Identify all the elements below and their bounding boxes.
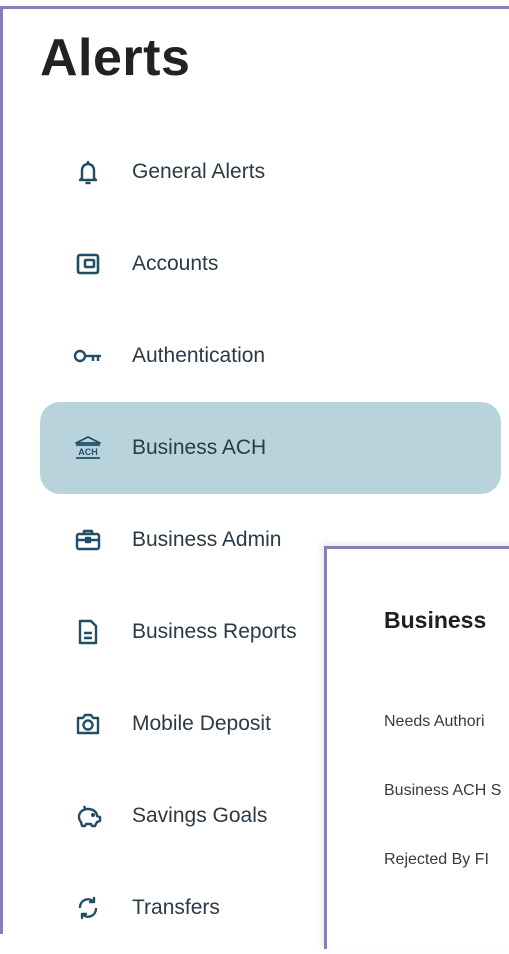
document-icon xyxy=(70,616,106,648)
piggy-bank-icon xyxy=(70,800,106,832)
window-frame-left xyxy=(0,6,3,934)
panel-row-business-ach-status[interactable]: Business ACH S xyxy=(384,782,501,800)
panel-title: Business xyxy=(384,607,487,633)
page-title: Alerts xyxy=(40,29,191,87)
camera-icon xyxy=(70,708,106,740)
nav-item-business-ach[interactable]: ACH Business ACH xyxy=(40,402,501,494)
svg-text:ACH: ACH xyxy=(78,447,98,457)
transfer-arrows-icon xyxy=(70,892,106,924)
ach-bank-icon: ACH xyxy=(70,432,106,464)
wallet-icon xyxy=(70,248,106,280)
nav-item-label: Transfers xyxy=(132,896,220,919)
panel-row-rejected-by-fi[interactable]: Rejected By FI xyxy=(384,851,489,869)
nav-item-authentication[interactable]: Authentication xyxy=(40,310,501,402)
bell-icon xyxy=(70,156,106,188)
nav-item-label: Authentication xyxy=(132,344,266,367)
business-ach-settings-panel: Business Needs Authori Business ACH S Re… xyxy=(324,546,509,949)
nav-item-label: Mobile Deposit xyxy=(132,712,271,735)
window-frame-top xyxy=(0,6,509,9)
nav-item-general-alerts[interactable]: General Alerts xyxy=(40,126,501,218)
nav-item-label: Accounts xyxy=(132,252,219,275)
nav-item-label: General Alerts xyxy=(132,160,266,183)
key-icon xyxy=(70,340,106,372)
nav-item-label: Business Reports xyxy=(132,620,297,643)
nav-item-label: Business Admin xyxy=(132,528,282,551)
nav-item-label: Business ACH xyxy=(132,436,267,459)
nav-item-accounts[interactable]: Accounts xyxy=(40,218,501,310)
nav-item-label: Savings Goals xyxy=(132,804,268,827)
briefcase-icon xyxy=(70,524,106,556)
panel-row-needs-authorization[interactable]: Needs Authori xyxy=(384,713,485,731)
